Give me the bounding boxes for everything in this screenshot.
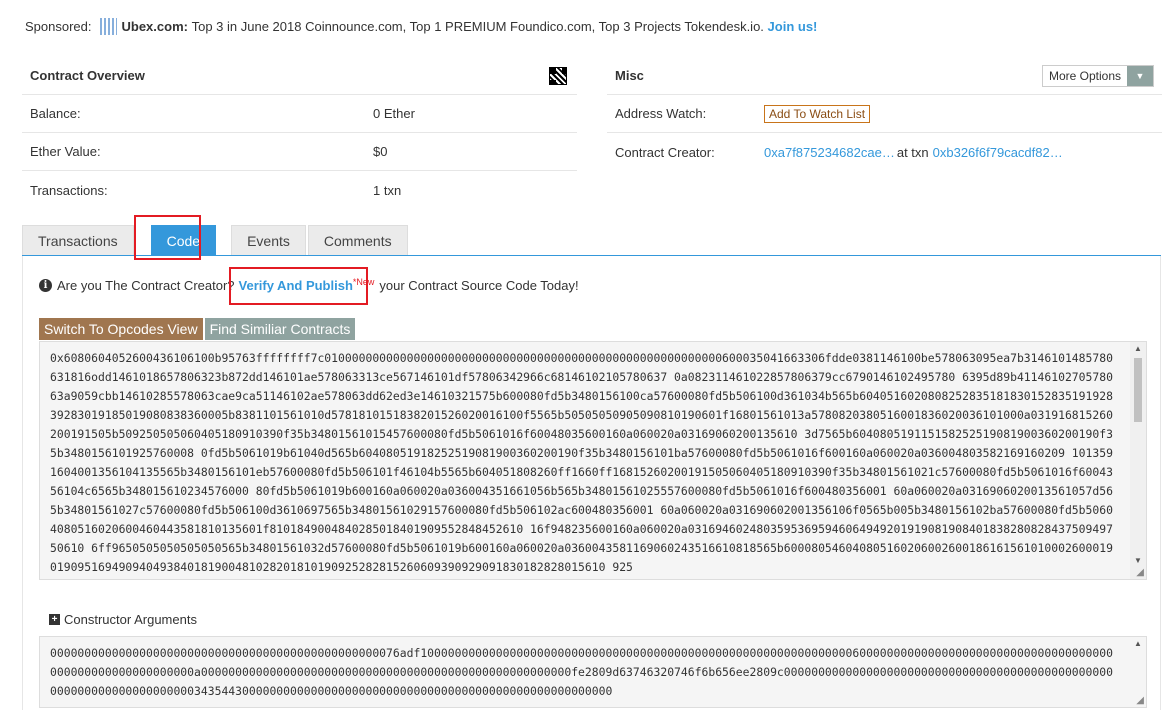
ether-value-value: $0 (373, 144, 388, 159)
transactions-value: 1 txn (373, 182, 402, 198)
add-to-watch-list-button[interactable]: Add To Watch List (764, 104, 871, 123)
tab-comments[interactable]: Comments (307, 225, 408, 255)
more-options-button[interactable]: More Options ▼ (1041, 64, 1154, 87)
scroll-down-icon[interactable]: ▼ (1130, 556, 1146, 565)
resize-handle-icon[interactable]: ◢ (1136, 567, 1144, 578)
code-tab-highlight (134, 215, 201, 260)
ether-value-label: Ether Value: (30, 144, 101, 159)
contract-overview-panel: Contract Overview Balance: 0 Ether Ether… (22, 57, 577, 209)
transactions-row: Transactions: 1 txn (22, 171, 577, 209)
contract-overview-title: Contract Overview (30, 68, 145, 83)
bytecode-text: 0x6080604052600436106100b95763ffffffff7c… (50, 351, 1113, 574)
creator-question: Are you The Contract Creator? (57, 278, 235, 293)
constructor-arguments-text: 0000000000000000000000000000000000000000… (50, 646, 1113, 698)
tab-transactions[interactable]: Transactions (22, 225, 134, 255)
switch-to-opcodes-button[interactable]: Switch To Opcodes View (39, 318, 203, 340)
transactions-label: Transactions: (30, 182, 108, 198)
chevron-down-icon: ▼ (1127, 65, 1153, 86)
args-scroll-up-icon[interactable]: ▲ (1130, 639, 1146, 648)
contract-overview-header: Contract Overview (22, 57, 577, 95)
verify-link-highlight (229, 267, 368, 305)
find-similar-contracts-button[interactable]: Find Similiar Contracts (204, 318, 356, 340)
info-icon: i (39, 279, 52, 292)
misc-panel: Misc More Options ▼ Address Watch: Add T… (607, 57, 1162, 171)
more-options-label: More Options (1042, 65, 1127, 86)
constructor-arguments-textarea[interactable]: 0000000000000000000000000000000000000000… (39, 636, 1147, 708)
join-us-link[interactable]: Join us! (768, 19, 818, 34)
contract-creator-label: Contract Creator: (615, 144, 715, 160)
balance-row: Balance: 0 Ether (22, 95, 577, 133)
tab-events[interactable]: Events (231, 225, 306, 255)
code-actions: Switch To Opcodes View Find Similiar Con… (39, 318, 356, 340)
balance-value: 0 Ether (373, 106, 415, 121)
creator-question-suffix: your Contract Source Code Today! (379, 278, 579, 293)
misc-title: Misc (615, 68, 644, 83)
scroll-up-icon[interactable]: ▲ (1130, 344, 1146, 353)
bytecode-scrollbar[interactable]: ▲ ▼ (1130, 342, 1146, 579)
address-watch-row: Address Watch: Add To Watch List (607, 95, 1162, 133)
qr-code-icon[interactable] (549, 66, 567, 85)
misc-header: Misc More Options ▼ (607, 57, 1162, 95)
code-tab-content: i Are you The Contract Creator? Verify A… (22, 256, 1161, 710)
sponsored-banner: Sponsored: Ubex.com: Top 3 in June 2018 … (25, 17, 817, 35)
bytecode-textarea[interactable]: 0x6080604052600436106100b95763ffffffff7c… (39, 341, 1147, 580)
at-txn-text: at txn (896, 144, 929, 160)
address-watch-label: Address Watch: (615, 106, 707, 121)
creator-txn-link[interactable]: 0xb326f6f79cacdf82… (933, 145, 1063, 160)
sponsored-label: Sponsored: (25, 18, 92, 34)
contract-creator-row: Contract Creator: 0xa7f875234682cae… at … (607, 133, 1162, 171)
sponsor-brand: Ubex.com: (121, 18, 188, 34)
constructor-arguments-toggle[interactable]: + Constructor Arguments (49, 612, 197, 627)
sponsor-text: Top 3 in June 2018 Coinnounce.com, Top 1… (191, 18, 764, 34)
args-resize-handle-icon[interactable]: ◢ (1136, 695, 1144, 706)
creator-address-link[interactable]: 0xa7f875234682cae… (764, 145, 895, 160)
constructor-arguments-title: Constructor Arguments (64, 612, 197, 627)
balance-label: Balance: (30, 106, 81, 121)
scroll-thumb[interactable] (1134, 358, 1142, 422)
ether-value-row: Ether Value: $0 (22, 133, 577, 171)
plus-icon: + (49, 614, 60, 625)
ubex-logo-icon (99, 17, 117, 35)
